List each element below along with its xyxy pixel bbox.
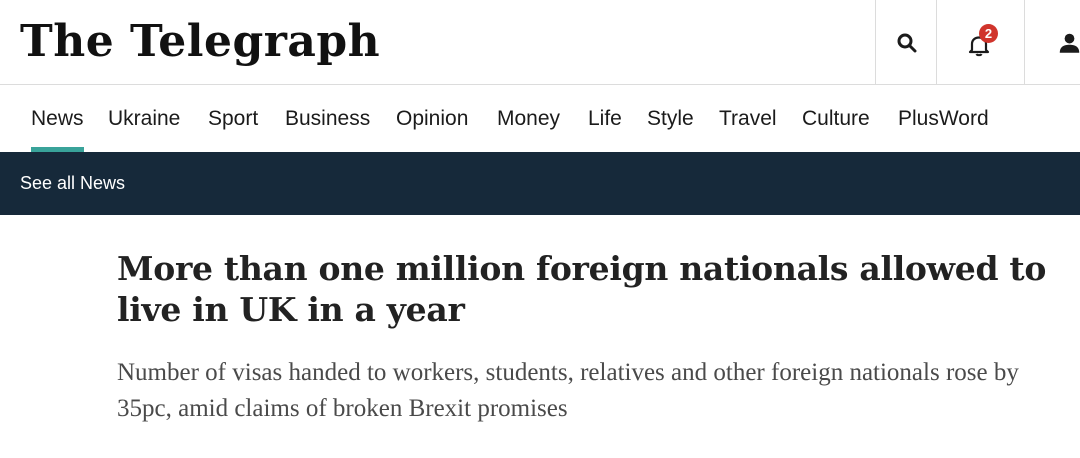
nav-item-money[interactable]: Money (497, 85, 560, 152)
section-nav: News Ukraine Sport Business Opinion Mone… (0, 85, 1080, 152)
subsection-bar: See all News (0, 152, 1080, 215)
nav-item-ukraine[interactable]: Ukraine (108, 85, 180, 152)
nav-item-business[interactable]: Business (285, 85, 370, 152)
search-icon (897, 33, 916, 52)
nav-item-opinion[interactable]: Opinion (396, 85, 468, 152)
user-icon (1059, 33, 1080, 53)
nav-item-style[interactable]: Style (647, 85, 694, 152)
notification-badge: 2 (979, 24, 998, 43)
article-headline: More than one million foreign nationals … (117, 249, 1047, 329)
article-standfirst: Number of visas handed to workers, stude… (117, 359, 1019, 422)
nav-item-plusword[interactable]: PlusWord (898, 85, 989, 152)
site-logo[interactable]: The Telegraph (20, 14, 380, 70)
nav-item-sport[interactable]: Sport (208, 85, 258, 152)
nav-item-culture[interactable]: Culture (802, 85, 870, 152)
account-button[interactable] (1024, 0, 1080, 85)
see-all-news-link[interactable]: See all News (20, 152, 125, 215)
search-button[interactable] (875, 0, 937, 85)
nav-item-life[interactable]: Life (588, 85, 622, 152)
nav-item-travel[interactable]: Travel (719, 85, 777, 152)
notifications-button[interactable]: 2 (936, 0, 1025, 85)
site-header: The Telegraph 2 (0, 0, 1080, 85)
nav-item-news[interactable]: News (31, 85, 84, 152)
